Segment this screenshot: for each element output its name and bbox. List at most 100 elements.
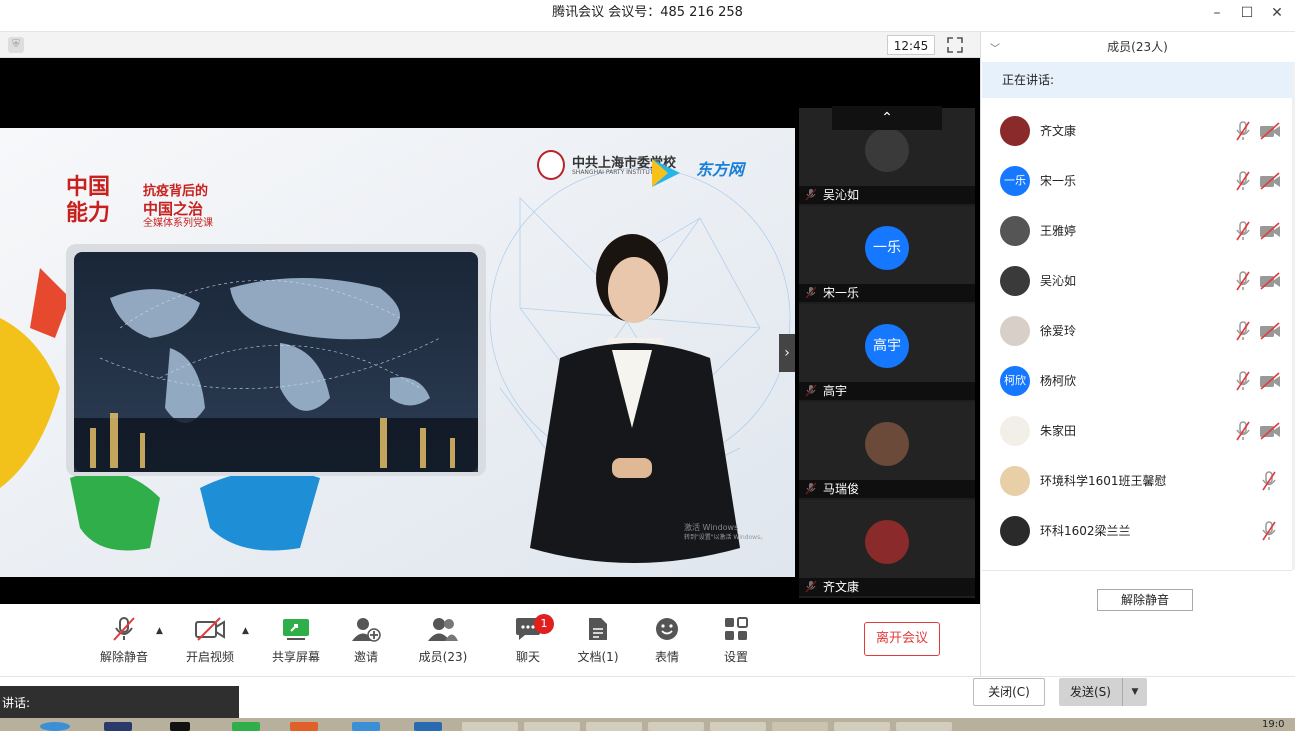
close-chat-button[interactable]: 关闭(C) (973, 678, 1045, 706)
camera-off-icon[interactable] (1259, 122, 1281, 140)
video-tile[interactable]: 齐文康 (799, 500, 975, 596)
taskbar-app-icon[interactable] (104, 722, 132, 731)
docs-button[interactable]: 文档(1) (563, 616, 633, 672)
taskbar-clock: 19:0 (1262, 719, 1285, 730)
settings-button[interactable]: 设置 (701, 616, 771, 672)
meeting-timer: 12:45 (887, 35, 935, 55)
video-tile[interactable]: 一乐 宋一乐 (799, 206, 975, 302)
mic-muted-icon[interactable] (1235, 221, 1251, 241)
member-row[interactable]: 环科1602梁兰兰 (982, 506, 1292, 556)
member-row[interactable]: 齐文康 (982, 106, 1292, 156)
member-name: 徐爱玲 (1040, 324, 1077, 338)
close-window-button[interactable]: ✕ (1266, 4, 1288, 22)
video-tile[interactable]: 高宇 高宇 (799, 304, 975, 400)
avatar (1000, 316, 1030, 346)
taskbar-app-icon[interactable] (586, 722, 642, 731)
taskbar-app-icon[interactable] (170, 722, 190, 731)
member-row[interactable]: 柯欣 杨柯欣 (982, 356, 1292, 406)
member-name: 宋一乐 (1040, 174, 1077, 188)
share-screen-button[interactable]: 共享屏幕 (261, 616, 331, 672)
taskbar-app-icon[interactable] (710, 722, 766, 731)
taskbar-app-icon[interactable] (414, 722, 442, 731)
camera-off-icon[interactable] (1259, 422, 1281, 440)
tile-name: 宋一乐 (799, 284, 975, 302)
member-row[interactable]: 吴沁如 (982, 256, 1292, 306)
security-shield-icon[interactable]: ⛨ (8, 37, 24, 53)
start-video-label: 开启视频 (185, 650, 234, 664)
emoji-smile-icon (656, 618, 678, 640)
mic-muted-icon[interactable] (1235, 171, 1251, 191)
mic-muted-icon[interactable] (1261, 521, 1277, 541)
audio-options-caret[interactable]: ▲ (156, 626, 166, 636)
taskbar-app-icon[interactable] (896, 722, 952, 731)
send-options-caret[interactable]: ▼ (1122, 678, 1147, 706)
mic-muted-icon[interactable] (1235, 271, 1251, 291)
video-tile[interactable]: 马瑞俊 (799, 402, 975, 498)
window-title: 腾讯会议 会议号：485 216 258 (552, 5, 743, 20)
mic-muted-icon[interactable] (1261, 471, 1277, 491)
next-page-button[interactable]: › (779, 334, 795, 372)
maximize-button[interactable]: ☐ (1236, 4, 1258, 22)
avatar (1000, 516, 1030, 546)
members-icon (428, 618, 458, 641)
mic-muted-icon[interactable] (1235, 421, 1251, 441)
taskbar-app-icon[interactable] (648, 722, 704, 731)
invite-user-icon (352, 618, 381, 642)
taskbar-app-icon[interactable] (232, 722, 260, 731)
taskbar-app-icon[interactable] (40, 722, 70, 731)
share-screen-icon (283, 619, 309, 640)
video-options-caret[interactable]: ▲ (242, 626, 252, 636)
slide-org-en: SHANGHAI PARTY INSTITUTE (572, 169, 658, 176)
slide-headline-2: 中国之治 (143, 200, 204, 218)
start-video-button[interactable]: 开启视频 (175, 616, 245, 672)
mic-off-icon (113, 617, 135, 641)
taskbar-app-icon[interactable] (834, 722, 890, 731)
member-row[interactable]: 徐爱玲 (982, 306, 1292, 356)
unmute-button[interactable]: 解除静音 (89, 616, 159, 672)
fullscreen-icon[interactable] (946, 36, 964, 54)
member-row[interactable]: 朱家田 (982, 406, 1292, 456)
tile-name: 高宇 (799, 382, 975, 400)
unmute-all-button[interactable]: 解除静音 (1097, 589, 1193, 611)
member-name: 齐文康 (1040, 124, 1077, 138)
panel-divider (982, 570, 1292, 571)
avatar (1000, 416, 1030, 446)
invite-button[interactable]: 邀请 (331, 616, 401, 672)
member-name: 环科1602梁兰兰 (1040, 524, 1131, 538)
speaking-indicator: 正在讲话: (982, 62, 1292, 98)
leave-meeting-button[interactable]: 离开会议 (864, 622, 940, 656)
meeting-toolbar: 解除静音 ▲ 开启视频 ▲ 共享屏幕 邀请 成员(23) 聊天 文档(1) 表情… (0, 604, 980, 676)
camera-off-icon[interactable] (1259, 272, 1281, 290)
camera-off-icon[interactable] (1259, 372, 1281, 390)
docs-label: 文档(1) (577, 650, 619, 664)
taskbar-app-icon[interactable] (352, 722, 380, 731)
member-row[interactable]: 王雅婷 (982, 206, 1292, 256)
mic-muted-icon[interactable] (1235, 121, 1251, 141)
taskbar-app-icon[interactable] (524, 722, 580, 731)
taskbar-app-icon[interactable] (772, 722, 828, 731)
video-platform-logo-icon (652, 159, 680, 187)
chat-label: 聊天 (515, 650, 540, 664)
avatar: 一乐 (865, 226, 909, 270)
document-icon (589, 618, 607, 640)
member-row[interactable]: 环境科学1601班王馨慰 (982, 456, 1292, 506)
slide-logo-line1: 中国 (66, 174, 111, 200)
reactions-button[interactable]: 表情 (632, 616, 702, 672)
taskbar-app-icon[interactable] (462, 722, 518, 731)
camera-off-icon[interactable] (1259, 222, 1281, 240)
taskbar-app-icon[interactable] (290, 722, 318, 731)
camera-off-icon[interactable] (1259, 322, 1281, 340)
minimize-button[interactable]: – (1206, 4, 1228, 22)
members-button[interactable]: 成员(23) (408, 616, 478, 672)
camera-off-icon[interactable] (1259, 172, 1281, 190)
member-row[interactable]: 一乐 宋一乐 (982, 156, 1292, 206)
members-panel-title: 成员(23人) (1107, 40, 1168, 54)
mic-muted-icon[interactable] (1235, 371, 1251, 391)
avatar (1000, 466, 1030, 496)
mic-muted-icon[interactable] (1235, 321, 1251, 341)
strip-scroll-up-button[interactable]: ⌃ (832, 106, 942, 130)
members-label: 成员(23) (418, 650, 468, 664)
tile-name: 马瑞俊 (799, 480, 975, 498)
invite-label: 邀请 (353, 650, 378, 664)
avatar (1000, 116, 1030, 146)
